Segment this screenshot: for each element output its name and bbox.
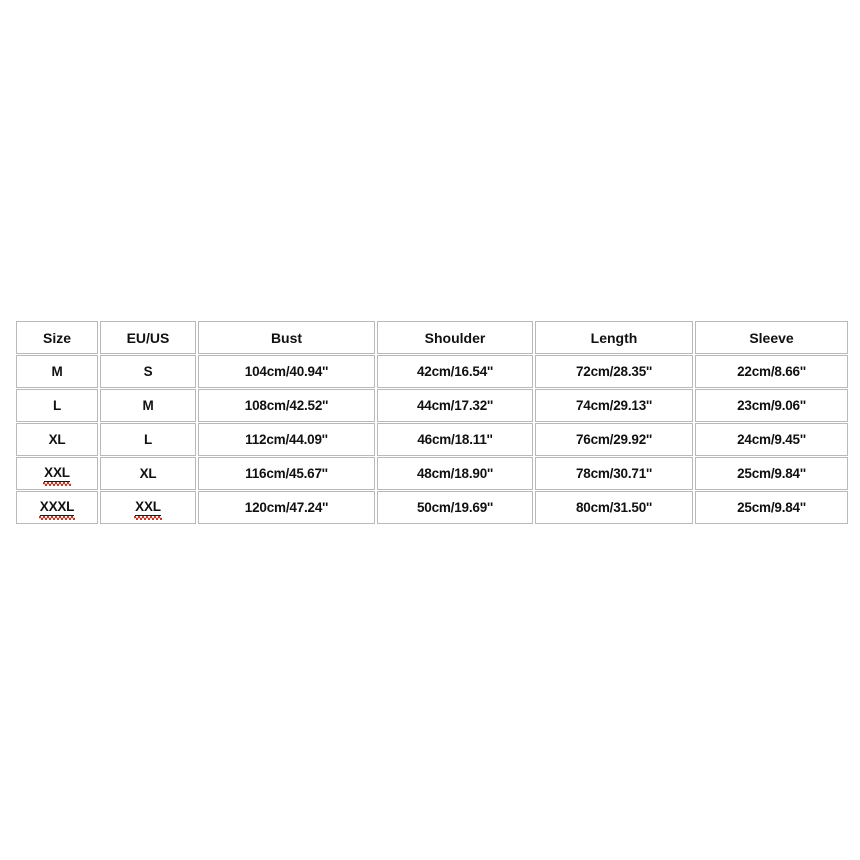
- cell-length-value: 76cm/29.92'': [575, 431, 653, 447]
- cell-shoulder-value: 46cm/18.11'': [417, 431, 493, 447]
- table-header-row: Size EU/US Bust Shoulder Length Sleeve: [16, 321, 848, 354]
- column-header-bust: Bust: [198, 321, 375, 354]
- cell-length-value: 80cm/31.50'': [575, 499, 653, 515]
- cell-bust: 112cm/44.09'': [198, 423, 375, 456]
- cell-sleeve-value: 25cm/9.84'': [737, 465, 806, 481]
- table-row: M S 104cm/40.94'' 42cm/16.54'' 72cm/28.3…: [16, 355, 848, 388]
- column-header-sleeve-label: Sleeve: [749, 329, 794, 346]
- cell-shoulder: 46cm/18.11'': [377, 423, 533, 456]
- cell-size: XXL: [16, 457, 98, 490]
- cell-euus-value: XL: [139, 465, 157, 481]
- cell-length-value: 78cm/30.71'': [575, 465, 653, 481]
- cell-length: 74cm/29.13'': [535, 389, 693, 422]
- cell-sleeve: 25cm/9.84'': [695, 491, 848, 524]
- cell-sleeve: 23cm/9.06'': [695, 389, 848, 422]
- cell-sleeve: 22cm/8.66'': [695, 355, 848, 388]
- cell-size-value: L: [52, 397, 62, 413]
- cell-bust-value: 112cm/44.09'': [245, 431, 328, 447]
- cell-size: L: [16, 389, 98, 422]
- cell-shoulder-value: 48cm/18.90'': [416, 465, 494, 481]
- cell-shoulder: 42cm/16.54'': [377, 355, 533, 388]
- column-header-length-label: Length: [590, 329, 638, 346]
- cell-shoulder-value: 50cm/19.69'': [416, 499, 494, 515]
- cell-bust-value: 120cm/47.24'': [244, 499, 329, 515]
- cell-sleeve-value: 22cm/8.66'': [737, 363, 806, 379]
- cell-length: 76cm/29.92'': [535, 423, 693, 456]
- table-row: XL L 112cm/44.09'' 46cm/18.11'' 76cm/29.…: [16, 423, 848, 456]
- cell-euus: XXL: [100, 491, 196, 524]
- cell-sleeve: 24cm/9.45'': [695, 423, 848, 456]
- cell-length: 80cm/31.50'': [535, 491, 693, 524]
- cell-euus-value: S: [143, 363, 153, 379]
- table-row: XXL XL 116cm/45.67'' 48cm/18.90'' 78cm/3…: [16, 457, 848, 490]
- column-header-length: Length: [535, 321, 693, 354]
- table-row: XXXL XXL 120cm/47.24'' 50cm/19.69'' 80cm…: [16, 491, 848, 524]
- cell-bust: 120cm/47.24'': [198, 491, 375, 524]
- size-chart-table: Size EU/US Bust Shoulder Length Sleeve M…: [14, 320, 850, 525]
- cell-size-value: XXXL: [38, 499, 76, 520]
- column-header-sleeve: Sleeve: [695, 321, 848, 354]
- cell-shoulder: 44cm/17.32'': [377, 389, 533, 422]
- column-header-euus: EU/US: [100, 321, 196, 354]
- cell-euus: XL: [100, 457, 196, 490]
- cell-euus: M: [100, 389, 196, 422]
- column-header-bust-label: Bust: [270, 329, 303, 346]
- cell-euus: L: [100, 423, 196, 456]
- cell-size-value: XL: [48, 431, 66, 447]
- cell-length: 72cm/28.35'': [535, 355, 693, 388]
- cell-sleeve-value: 25cm/9.84'': [737, 499, 806, 515]
- cell-bust: 104cm/40.94'': [198, 355, 375, 388]
- cell-size: XL: [16, 423, 98, 456]
- column-header-euus-label: EU/US: [126, 329, 170, 346]
- cell-bust-value: 116cm/45.67'': [245, 465, 328, 481]
- cell-length: 78cm/30.71'': [535, 457, 693, 490]
- cell-length-value: 74cm/29.13'': [575, 397, 653, 413]
- cell-euus-value: L: [143, 431, 153, 447]
- column-header-shoulder-label: Shoulder: [424, 329, 486, 346]
- cell-sleeve: 25cm/9.84'': [695, 457, 848, 490]
- cell-euus: S: [100, 355, 196, 388]
- cell-size: XXXL: [16, 491, 98, 524]
- cell-sleeve-value: 23cm/9.06'': [737, 397, 806, 413]
- cell-euus-value: XXL: [134, 499, 162, 520]
- cell-length-value: 72cm/28.35'': [575, 363, 653, 379]
- cell-bust: 116cm/45.67'': [198, 457, 375, 490]
- cell-sleeve-value: 24cm/9.45'': [737, 431, 806, 447]
- cell-shoulder: 48cm/18.90'': [377, 457, 533, 490]
- cell-euus-value: M: [142, 397, 154, 413]
- cell-size-value: XXL: [43, 465, 71, 486]
- column-header-size-label: Size: [42, 329, 71, 346]
- cell-size-value: M: [51, 363, 63, 379]
- table-row: L M 108cm/42.52'' 44cm/17.32'' 74cm/29.1…: [16, 389, 848, 422]
- cell-bust-value: 104cm/40.94'': [244, 363, 329, 379]
- cell-shoulder: 50cm/19.69'': [377, 491, 533, 524]
- column-header-shoulder: Shoulder: [377, 321, 533, 354]
- cell-bust-value: 108cm/42.52'': [244, 397, 329, 413]
- cell-bust: 108cm/42.52'': [198, 389, 375, 422]
- size-chart-container: Size EU/US Bust Shoulder Length Sleeve M…: [14, 320, 850, 525]
- column-header-size: Size: [16, 321, 98, 354]
- size-chart-body: Size EU/US Bust Shoulder Length Sleeve M…: [16, 321, 848, 524]
- cell-shoulder-value: 44cm/17.32'': [416, 397, 494, 413]
- cell-size: M: [16, 355, 98, 388]
- cell-shoulder-value: 42cm/16.54'': [416, 363, 494, 379]
